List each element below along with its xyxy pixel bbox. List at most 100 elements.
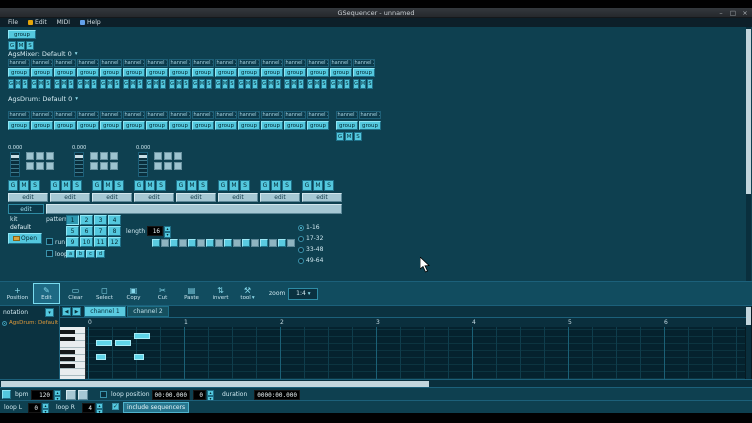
mixer-group-button[interactable]: group	[261, 68, 283, 77]
mixer-g-button[interactable]: G	[353, 79, 359, 89]
drum-pad-button[interactable]	[154, 152, 162, 160]
mixer-m-button[interactable]: M	[268, 79, 274, 89]
drum-output-m-button[interactable]: M	[345, 132, 353, 141]
mixer-s-button[interactable]: S	[275, 79, 281, 89]
tab-scroll-right-button[interactable]: ▶	[72, 307, 81, 316]
loop-left-spinner[interactable]: ▴ ▾	[42, 403, 49, 413]
drum-pad-button[interactable]	[36, 152, 44, 160]
drum-pad-s-button[interactable]: S	[324, 180, 334, 191]
mixer-m-button[interactable]: M	[38, 79, 44, 89]
mixer-s-button[interactable]: S	[137, 79, 143, 89]
pattern-step-toggle[interactable]	[188, 239, 196, 247]
drum-pad-g-button[interactable]: G	[92, 180, 102, 191]
drum-group-button[interactable]: group	[123, 121, 145, 130]
toolbar-cut-button[interactable]: ✂Cut	[149, 283, 176, 304]
pattern-index-button[interactable]: 6	[80, 226, 93, 236]
drum-pad-s-button[interactable]: S	[114, 180, 124, 191]
pattern-offset-option[interactable]: 33-48	[298, 245, 338, 254]
radio-button-icon[interactable]	[298, 247, 304, 253]
mixer-group-button[interactable]: group	[54, 68, 76, 77]
drum-pad-m-button[interactable]: M	[103, 180, 113, 191]
tab-channel-1[interactable]: channel 1	[84, 306, 126, 317]
maximize-button[interactable]: □	[728, 9, 738, 17]
mixer-s-button[interactable]: S	[367, 79, 373, 89]
mixer-m-button[interactable]: M	[130, 79, 136, 89]
pattern-step-toggle[interactable]	[161, 239, 169, 247]
mixer-group-button[interactable]: group	[8, 68, 30, 77]
drum-group-button[interactable]: group	[54, 121, 76, 130]
loop-position-spinner[interactable]: ▴ ▾	[207, 390, 214, 400]
master-m-button[interactable]: M	[17, 41, 25, 50]
mixer-m-button[interactable]: M	[84, 79, 90, 89]
mixer-group-button[interactable]: group	[307, 68, 329, 77]
mixer-group-button[interactable]: group	[284, 68, 306, 77]
volume-fader[interactable]	[10, 152, 20, 177]
drum-pad-button[interactable]	[174, 152, 182, 160]
toolbar-paste-button[interactable]: ▤Paste	[178, 283, 205, 304]
loop-checkbox[interactable]	[46, 250, 53, 257]
pattern-step-toggle[interactable]	[251, 239, 259, 247]
drum-group-button[interactable]: group	[8, 121, 30, 130]
mixer-group-button[interactable]: group	[215, 68, 237, 77]
drum-pad-m-button[interactable]: M	[229, 180, 239, 191]
bpm-spinner[interactable]: ▴ ▾	[54, 390, 61, 400]
loop-right-field[interactable]: 4	[82, 403, 95, 413]
drum-pad-button[interactable]	[26, 162, 34, 170]
pattern-offset-option[interactable]: 49-64	[298, 256, 338, 265]
radio-button-icon[interactable]	[298, 258, 304, 264]
drum-pad-s-button[interactable]: S	[198, 180, 208, 191]
minimize-button[interactable]: –	[716, 9, 726, 17]
mixer-g-button[interactable]: G	[31, 79, 37, 89]
menu-item-midi[interactable]: MIDI	[52, 18, 75, 27]
drum-edit-button[interactable]: edit	[302, 193, 342, 202]
toolbar-tool-button[interactable]: ⚒ tool ▾	[234, 283, 261, 304]
pattern-index-button[interactable]: 12	[108, 237, 121, 247]
mixer-group-button[interactable]: group	[192, 68, 214, 77]
spin-down-button[interactable]: ▾	[164, 232, 171, 238]
mixer-m-button[interactable]: M	[107, 79, 113, 89]
pattern-step-toggle[interactable]	[278, 239, 286, 247]
piano-keys[interactable]	[60, 327, 86, 379]
drum-pad-button[interactable]	[90, 152, 98, 160]
menu-item-edit[interactable]: Edit	[23, 18, 52, 27]
editor-scrollbar[interactable]	[746, 306, 751, 379]
pattern-index-button[interactable]: 11	[94, 237, 107, 247]
drum-group-button[interactable]: group	[169, 121, 191, 130]
mixer-s-button[interactable]: S	[229, 79, 235, 89]
toolbar-position-button[interactable]: +Position	[4, 283, 31, 304]
mixer-s-button[interactable]: S	[344, 79, 350, 89]
run-checkbox[interactable]	[46, 238, 53, 245]
mixer-group-button[interactable]: group	[169, 68, 191, 77]
pattern-step-toggle[interactable]	[152, 239, 160, 247]
drum-group-button[interactable]: group	[31, 121, 53, 130]
pattern-index-button[interactable]: 8	[108, 226, 121, 236]
drum-group-button[interactable]: group	[261, 121, 283, 130]
mixer-m-button[interactable]: M	[291, 79, 297, 89]
mixer-group-button[interactable]: group	[123, 68, 145, 77]
drum-pad-button[interactable]	[154, 162, 162, 170]
drum-output-group-button[interactable]: group	[359, 121, 381, 130]
drum-pad-button[interactable]	[110, 152, 118, 160]
master-s-button[interactable]: S	[26, 41, 34, 50]
notation-dropdown-button[interactable]: ▾	[45, 308, 54, 317]
note-block[interactable]	[115, 340, 131, 346]
machine-selector[interactable]: AgsDrum: Default 0	[2, 320, 59, 326]
drum-pad-s-button[interactable]: S	[240, 180, 250, 191]
machine-radio-icon[interactable]	[2, 321, 7, 326]
mixer-g-button[interactable]: G	[192, 79, 198, 89]
drum-pad-s-button[interactable]: S	[72, 180, 82, 191]
drum-pad-s-button[interactable]: S	[156, 180, 166, 191]
pattern-index-button[interactable]: 4	[108, 215, 121, 225]
pattern-index-button[interactable]: 5	[66, 226, 79, 236]
mixer-g-button[interactable]: G	[146, 79, 152, 89]
drum-group-button[interactable]: group	[192, 121, 214, 130]
mixer-g-button[interactable]: G	[330, 79, 336, 89]
drum-pad-g-button[interactable]: G	[218, 180, 228, 191]
mixer-group-button[interactable]: group	[238, 68, 260, 77]
mixer-m-button[interactable]: M	[199, 79, 205, 89]
drum-output-s-button[interactable]: S	[354, 132, 362, 141]
pattern-step-toggle[interactable]	[287, 239, 295, 247]
master-g-button[interactable]: G	[8, 41, 16, 50]
pattern-index-button[interactable]: 2	[80, 215, 93, 225]
drum-pad-button[interactable]	[36, 162, 44, 170]
